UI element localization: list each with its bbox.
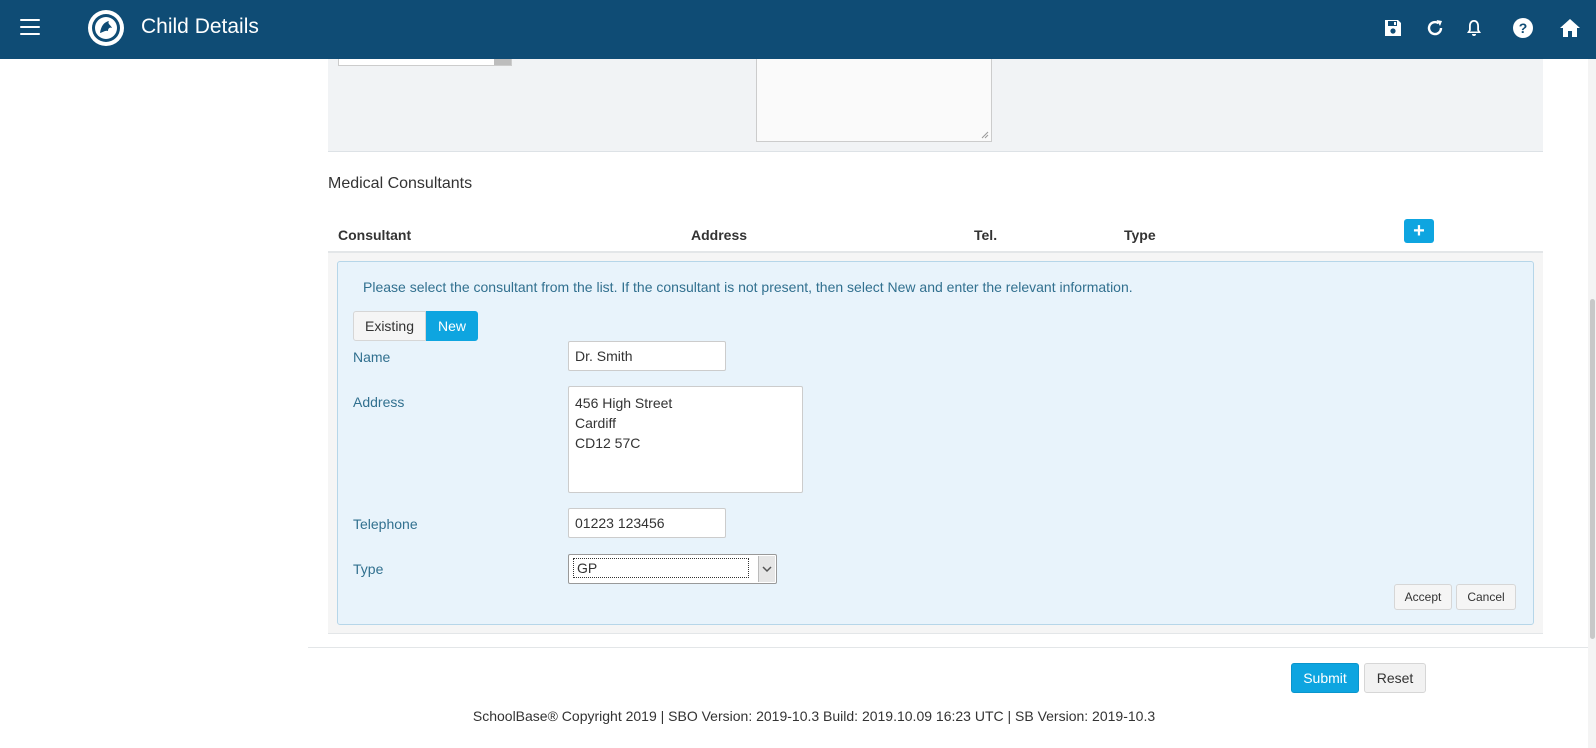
home-icon[interactable] (1558, 16, 1582, 40)
divider (308, 647, 1588, 648)
section-title: Medical Consultants (328, 175, 473, 192)
svg-text:?: ? (1519, 20, 1528, 36)
previous-select-button[interactable] (494, 59, 511, 65)
copyright-text: SchoolBase® Copyright 2019 | SBO Version… (472, 708, 1156, 724)
telephone-input[interactable]: 01223 123456 (568, 508, 726, 538)
accept-button[interactable]: Accept (1394, 584, 1452, 610)
school-logo (88, 10, 124, 46)
consultants-table-header: Consultant Address Tel. Type (328, 213, 1543, 253)
type-select[interactable]: GP (568, 554, 777, 584)
column-header-consultant: Consultant (338, 227, 412, 243)
refresh-icon[interactable] (1423, 16, 1447, 40)
type-label: Type (353, 561, 384, 577)
name-label: Name (353, 349, 391, 365)
previous-textarea[interactable] (756, 59, 992, 142)
toggle-existing-button[interactable]: Existing (353, 311, 426, 341)
name-input[interactable]: Dr. Smith (568, 341, 726, 371)
address-label: Address (353, 394, 405, 410)
column-header-tel: Tel. (974, 227, 998, 243)
address-textarea[interactable]: 456 High Street Cardiff CD12 57C (568, 386, 803, 493)
type-select-value: GP (573, 558, 749, 578)
save-icon[interactable] (1381, 16, 1405, 40)
scrollbar[interactable] (1588, 59, 1596, 748)
submit-button[interactable]: Submit (1291, 663, 1359, 693)
consultant-edit-panel (337, 261, 1534, 625)
toggle-new-button[interactable]: New (426, 311, 478, 341)
column-header-type: Type (1124, 227, 1156, 243)
telephone-label: Telephone (353, 516, 418, 532)
bell-icon[interactable] (1462, 16, 1486, 40)
resize-grip-icon (981, 131, 989, 139)
cancel-button[interactable]: Cancel (1456, 584, 1516, 610)
column-header-address: Address (691, 227, 748, 243)
previous-select[interactable] (338, 59, 512, 66)
add-consultant-button[interactable]: + (1404, 219, 1434, 243)
scrollbar-thumb[interactable] (1590, 299, 1595, 639)
chevron-down-icon[interactable] (758, 556, 775, 582)
info-message: Please select the consultant from the li… (363, 279, 1133, 295)
top-app-bar: Child Details ? (0, 0, 1596, 59)
reset-button[interactable]: Reset (1364, 663, 1426, 693)
page-title: Child Details (141, 15, 259, 38)
menu-icon[interactable] (20, 19, 40, 35)
footer-text: SchoolBase® Copyright 2019 | SBO Version… (0, 708, 1596, 724)
help-icon[interactable]: ? (1511, 16, 1535, 40)
